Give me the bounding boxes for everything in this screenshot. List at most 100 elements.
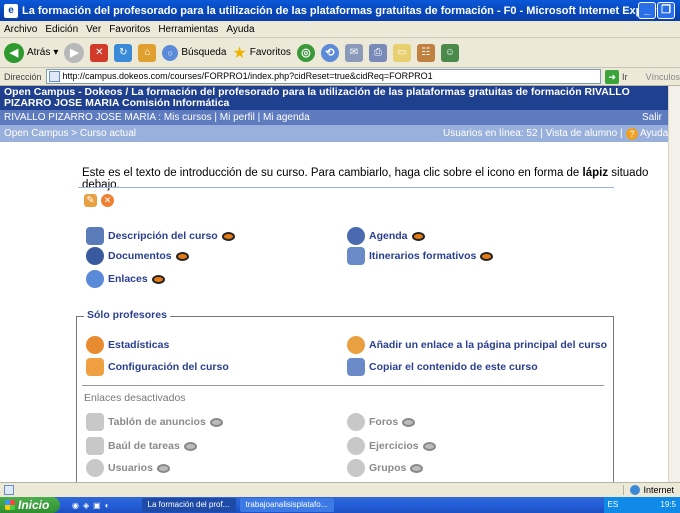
learning-path-icon — [347, 247, 365, 265]
statistics-icon — [86, 336, 104, 354]
favorites-button[interactable]: ★ Favoritos — [232, 43, 290, 63]
quick-launch-icons[interactable]: ◉◈▣◐ — [72, 501, 114, 510]
edit-icon[interactable]: ▭ — [392, 43, 411, 62]
tool-estadisticas[interactable]: Estadísticas — [86, 336, 169, 354]
favorites-label: Favoritos — [249, 47, 291, 58]
hidden-eye-icon[interactable] — [183, 441, 197, 451]
intro-text: Este es el texto de introducción de su c… — [82, 167, 583, 179]
user-links[interactable]: RIVALLO PIZARRO JOSE MARIA : Mis cursos … — [4, 112, 310, 123]
forward-button[interactable]: ▶ — [64, 42, 85, 63]
tool-copiar[interactable]: Copiar el contenido de este curso — [347, 358, 538, 376]
forums-icon — [347, 413, 365, 431]
zone-indicator: Internet — [623, 485, 674, 495]
refresh-icon[interactable]: ↻ — [114, 43, 133, 62]
start-button[interactable]: Inicio — [0, 497, 60, 513]
tool-label: Agenda — [369, 230, 408, 242]
delete-icon[interactable]: ✕ — [101, 194, 114, 207]
tool-anadir-enlace[interactable]: Añadir un enlace a la página principal d… — [347, 336, 607, 354]
messenger-icon[interactable]: ☺ — [440, 43, 459, 62]
hidden-eye-icon[interactable] — [410, 463, 424, 473]
user-bar: RIVALLO PIZARRO JOSE MARIA : Mis cursos … — [0, 110, 680, 125]
hidden-eye-icon[interactable] — [402, 417, 416, 427]
tool-configuracion[interactable]: Configuración del curso — [86, 358, 229, 376]
menu-ver[interactable]: Ver — [86, 24, 101, 35]
clock: 19:5 — [660, 500, 676, 509]
groups-icon — [347, 459, 365, 477]
language-indicator[interactable]: ES — [608, 500, 619, 509]
globe-icon — [630, 485, 641, 495]
task-browser[interactable]: La formación del prof... — [141, 498, 236, 512]
hidden-eye-icon[interactable] — [422, 441, 436, 451]
tool-descripcion[interactable]: Descripción del curso — [86, 227, 235, 245]
ie-icon: e — [4, 3, 18, 18]
system-tray: ES 19:5 — [603, 497, 680, 513]
tool-foros[interactable]: Foros — [347, 413, 416, 431]
tool-grupos[interactable]: Grupos — [347, 459, 424, 477]
menu-edicion[interactable]: Edición — [45, 24, 78, 35]
visibility-eye-icon[interactable] — [151, 274, 165, 284]
logout-link[interactable]: Salir — [642, 110, 662, 125]
links-label[interactable]: Vínculos — [645, 72, 680, 82]
visibility-eye-icon[interactable] — [175, 251, 189, 261]
tool-tablon[interactable]: Tablón de anuncios — [86, 413, 223, 431]
home-icon[interactable]: ⌂ — [138, 43, 157, 62]
maximize-button[interactable]: ❐ — [657, 2, 675, 19]
vertical-scrollbar[interactable] — [668, 86, 680, 482]
discuss-icon[interactable]: ☷ — [416, 43, 435, 62]
tool-usuarios[interactable]: Usuarios — [86, 459, 170, 477]
task-word[interactable]: trabajoanalisisplatafo... — [239, 498, 334, 512]
search-button[interactable]: ○ Búsqueda — [162, 44, 227, 61]
agenda-icon — [347, 227, 365, 245]
tool-ejercicios[interactable]: Ejercicios — [347, 437, 436, 455]
visibility-eye-icon[interactable] — [480, 251, 494, 261]
exercises-icon — [347, 437, 365, 455]
taskbar: Inicio ◉◈▣◐ La formación del prof... tra… — [0, 497, 680, 513]
minimize-button[interactable]: _ — [638, 2, 656, 19]
mail-icon[interactable]: ✉ — [344, 43, 363, 62]
intro-bold: lápiz — [582, 167, 609, 179]
help-link[interactable]: Ayuda — [640, 125, 668, 142]
menu-archivo[interactable]: Archivo — [4, 24, 37, 35]
hidden-eye-icon[interactable] — [209, 417, 223, 427]
tool-agenda[interactable]: Agenda — [347, 227, 425, 245]
print-icon[interactable]: ⎙ — [368, 43, 387, 62]
status-bar: Internet — [0, 482, 680, 497]
pencil-icon[interactable]: ✎ — [84, 194, 97, 207]
tool-label: Ejercicios — [369, 440, 419, 452]
documents-icon — [86, 247, 104, 265]
online-users[interactable]: Usuarios en línea: 52 | Vista de alumno … — [443, 125, 623, 142]
address-input[interactable]: http://campus.dokeos.com/courses/FORPRO1… — [45, 69, 602, 84]
search-icon: ○ — [162, 44, 179, 61]
page-icon — [48, 71, 60, 82]
menu-favoritos[interactable]: Favoritos — [109, 24, 150, 35]
menu-herramientas[interactable]: Herramientas — [158, 24, 218, 35]
users-icon — [86, 459, 104, 477]
breadcrumb[interactable]: Open Campus > Curso actual — [4, 128, 136, 139]
menu-ayuda[interactable]: Ayuda — [226, 24, 254, 35]
tool-itinerarios[interactable]: Itinerarios formativos — [347, 247, 494, 265]
tool-baul[interactable]: Baúl de tareas — [86, 437, 197, 455]
help-icon[interactable]: ? — [626, 128, 638, 140]
address-label: Dirección — [4, 71, 42, 82]
star-icon: ★ — [232, 44, 247, 62]
tool-label: Descripción del curso — [108, 230, 218, 242]
tool-enlaces[interactable]: Enlaces — [86, 270, 165, 288]
description-icon — [86, 227, 104, 245]
stop-icon[interactable]: ✕ — [90, 43, 109, 62]
tool-documentos[interactable]: Documentos — [86, 247, 189, 265]
tool-label: Tablón de anuncios — [108, 416, 206, 428]
address-bar: Dirección http://campus.dokeos.com/cours… — [0, 68, 680, 86]
hidden-eye-icon[interactable] — [156, 463, 170, 473]
tool-label: Añadir un enlace a la página principal d… — [369, 339, 608, 351]
search-label: Búsqueda — [181, 47, 227, 58]
visibility-eye-icon[interactable] — [411, 231, 425, 241]
back-button[interactable]: ◀ Atrás ▾ — [4, 42, 58, 63]
media-icon[interactable]: ◎ — [296, 43, 315, 62]
go-arrow-icon[interactable]: ➜ — [605, 69, 619, 84]
divider — [78, 187, 614, 188]
go-button[interactable]: Ir — [622, 72, 628, 82]
window-titlebar: e La formación del profesorado para la u… — [0, 0, 680, 21]
visibility-eye-icon[interactable] — [221, 231, 235, 241]
page-status-icon — [4, 485, 14, 495]
history-icon[interactable]: ⟲ — [320, 43, 339, 62]
